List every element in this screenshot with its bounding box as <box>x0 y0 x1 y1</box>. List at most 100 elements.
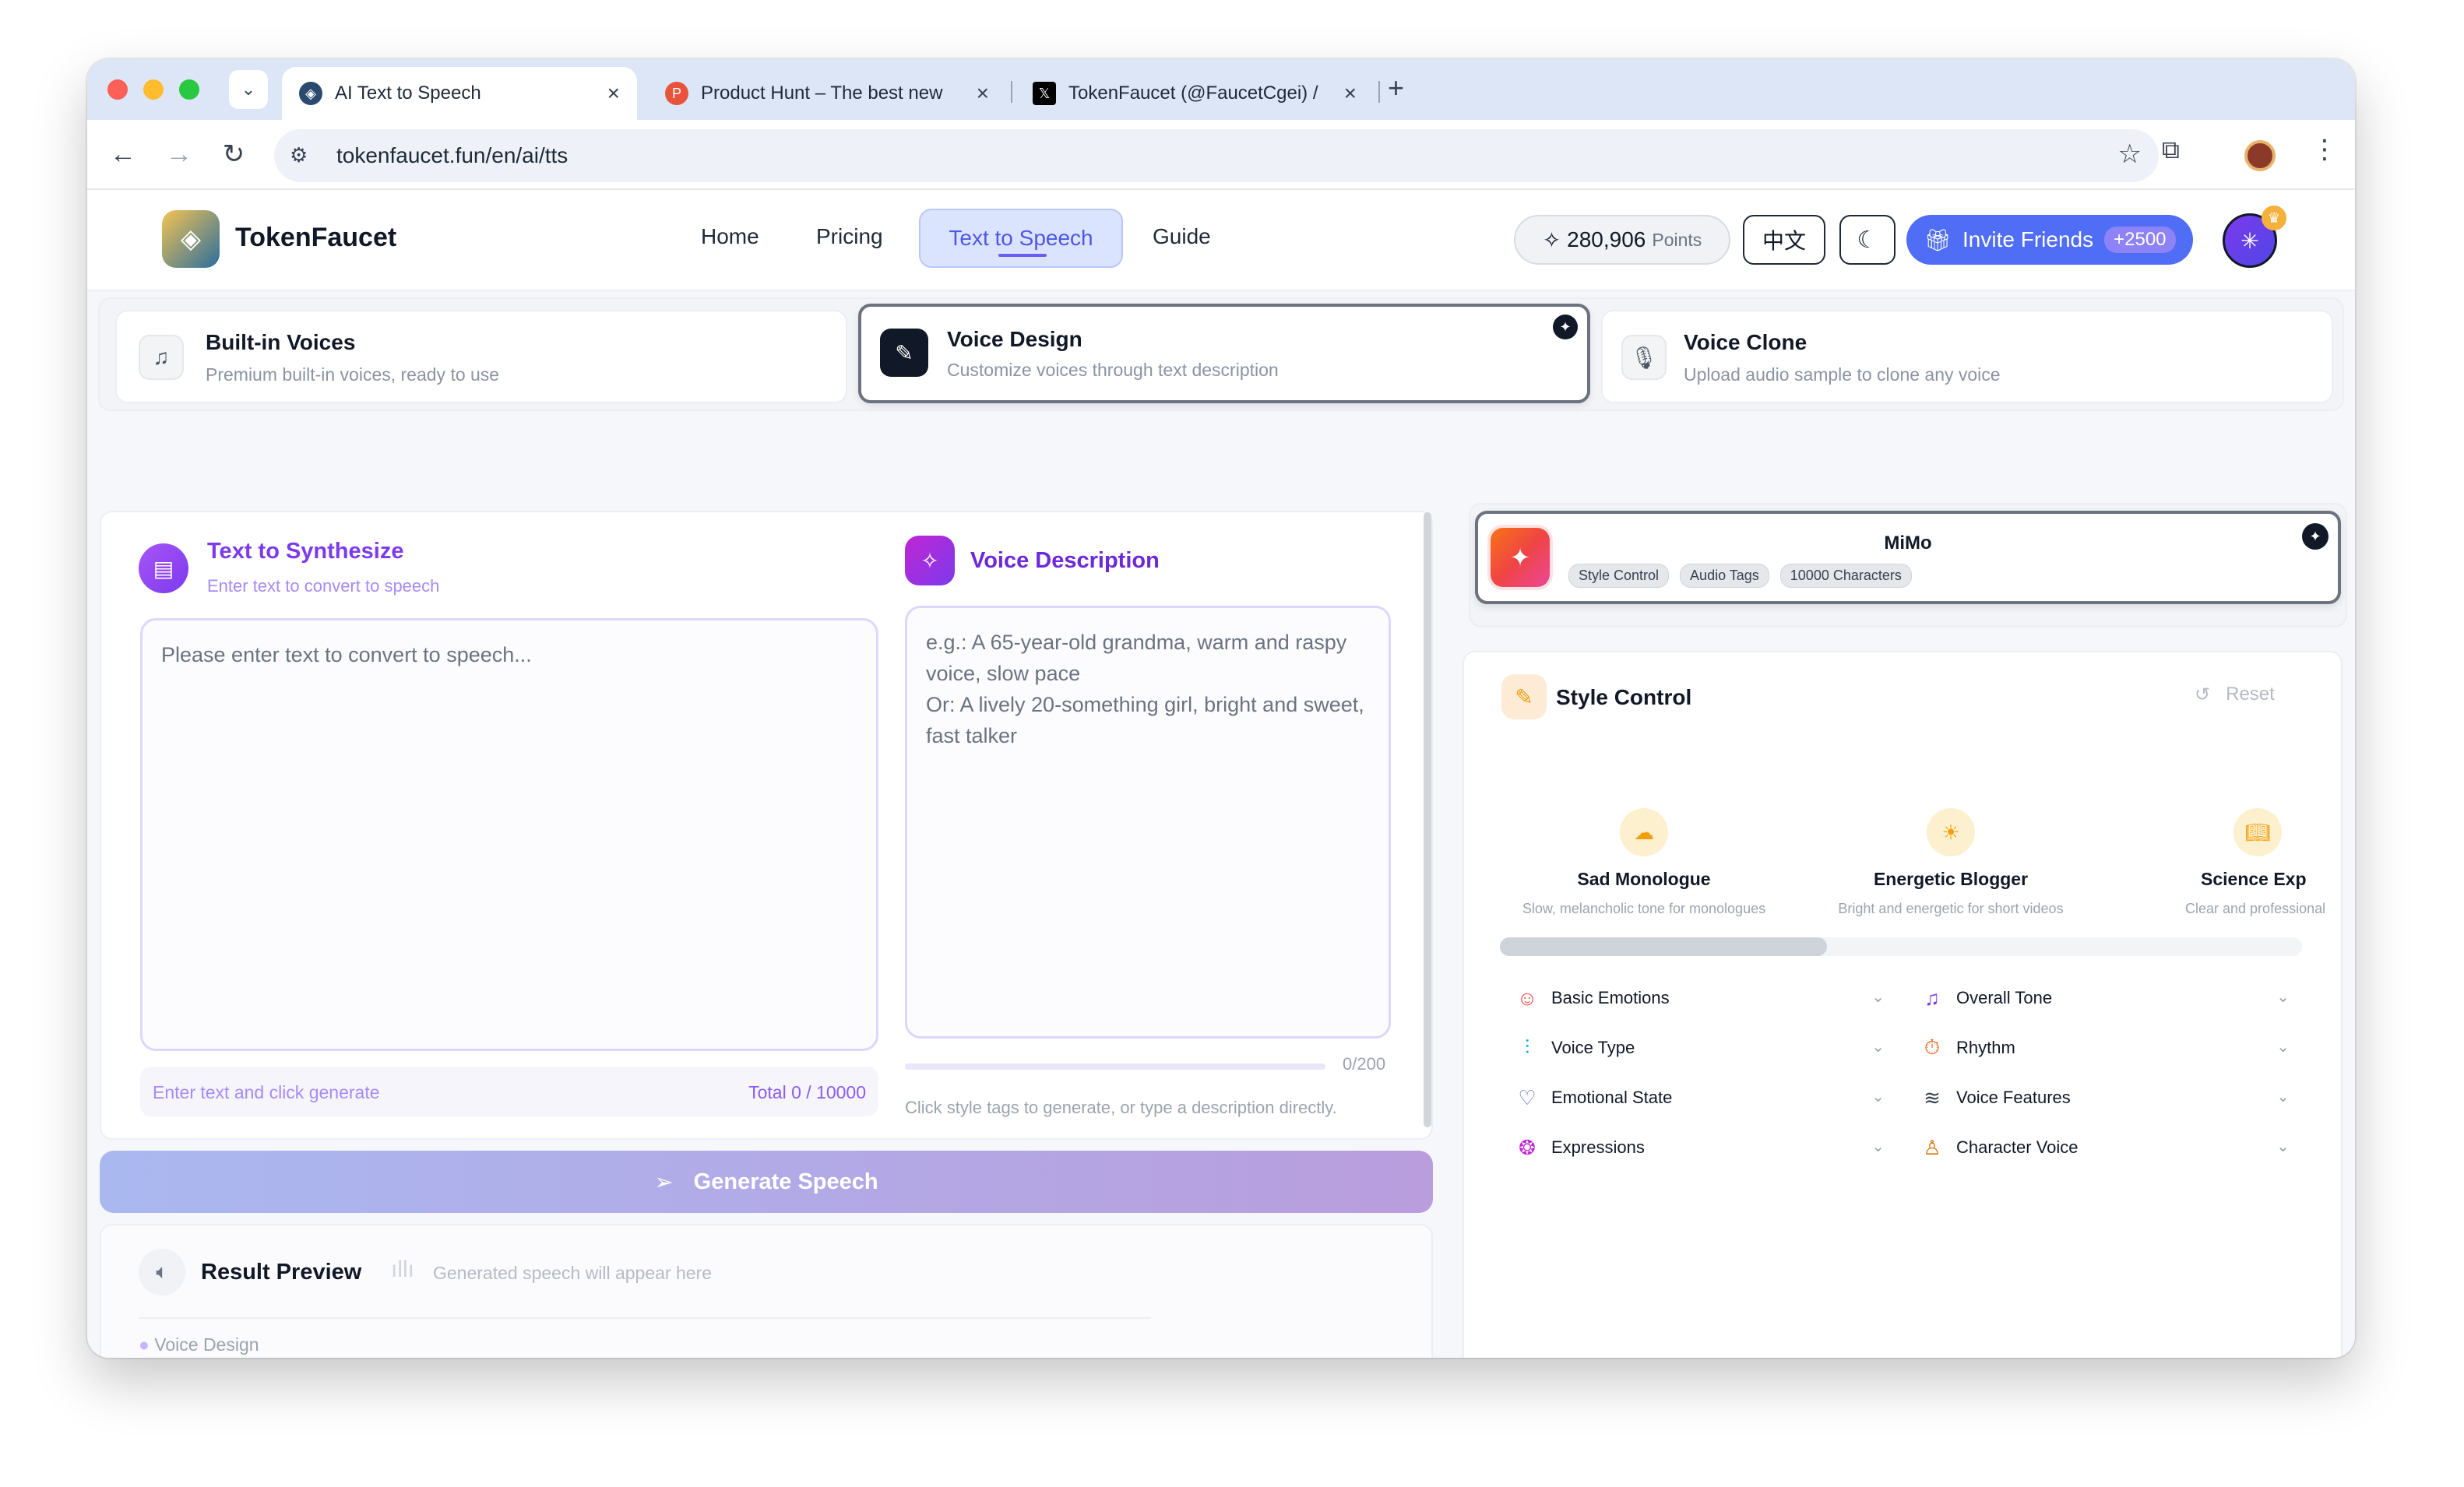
preset-sad-monologue[interactable]: ☁ Sad Monologue Slow, melancholic tone f… <box>1495 793 1793 923</box>
timer-icon: ⏱︎ <box>1924 1035 1941 1059</box>
model-tags: Style Control Audio Tags 10000 Character… <box>1568 564 1912 588</box>
category-voice-features[interactable]: ≋ Voice Features ⌄ <box>1919 1079 2290 1116</box>
invite-friends-button[interactable]: 🎁︎ Invite Friends +2500 <box>1906 215 2193 265</box>
chevron-down-icon: ⌄ <box>2276 1088 2290 1106</box>
preset-energetic-blogger[interactable]: ☀ Energetic Blogger Bright and energetic… <box>1802 793 2100 923</box>
sparkle-icon: ✧ <box>1542 227 1561 252</box>
gift-icon: 🎁︎ <box>1924 227 1952 252</box>
tokenfaucet-logo-icon[interactable]: ◈ <box>162 210 220 268</box>
site-settings-icon[interactable]: ⚙ <box>290 143 308 167</box>
sun-icon: ☀ <box>1927 808 1975 856</box>
dark-mode-moon-icon[interactable]: ☾ <box>1839 215 1896 265</box>
smile-icon: ☺ <box>1516 986 1538 1010</box>
voice-description-title: Voice Description <box>970 548 1160 573</box>
selected-sparkle-icon: ✦ <box>1553 315 1578 339</box>
audio-lines-icon: ⫶ <box>1524 1035 1530 1059</box>
description-count: 0/200 <box>1343 1054 1386 1074</box>
wand-sparkle-icon: ✧ <box>905 536 955 585</box>
close-tab-icon[interactable]: × <box>1344 81 1357 106</box>
close-tab-icon[interactable]: × <box>607 81 620 106</box>
nav-home[interactable]: Home <box>701 224 759 249</box>
reset-button[interactable]: ↺ Reset <box>2195 684 2275 706</box>
preset-scroll-thumb[interactable] <box>1500 937 1827 956</box>
profile-avatar[interactable] <box>2244 140 2276 171</box>
preset-scroll-track[interactable] <box>1500 937 2302 956</box>
wand-icon: ✎ <box>1501 674 1547 719</box>
result-preview-card: 🔈︎ Result Preview ıllı Generated speech … <box>100 1224 1433 1358</box>
music-note-icon: ♫ <box>139 335 184 380</box>
category-rhythm[interactable]: ⏱︎ Rhythm ⌄ <box>1919 1029 2290 1067</box>
mode-voice-clone[interactable]: 🎙︎ Voice Clone Upload audio sample to cl… <box>1601 310 2333 403</box>
site-header: ◈ TokenFaucet Home Pricing Text to Speec… <box>87 192 2355 291</box>
document-icon: ▤ <box>139 543 188 593</box>
model-mimo[interactable]: ✦ MiMo Style Control Audio Tags 10000 Ch… <box>1475 511 2341 604</box>
style-control-title: Style Control <box>1556 685 1692 709</box>
tab-ai-text-to-speech[interactable]: ◈ AI Text to Speech × <box>282 67 637 120</box>
address-bar[interactable]: ⚙ tokenfaucet.fun/en/ai/tts ☆ <box>274 129 2159 182</box>
extensions-puzzle-icon[interactable]: ⧉ <box>2162 135 2180 165</box>
category-character-voice[interactable]: ♙ Character Voice ⌄ <box>1919 1129 2290 1166</box>
bookmark-star-icon[interactable]: ☆ <box>2118 139 2142 170</box>
chevron-down-icon: ⌄ <box>1871 1138 1885 1155</box>
zoom-window-button[interactable] <box>179 79 199 100</box>
speaker-icon: 🔈︎ <box>139 1249 185 1295</box>
input-card: ▤ Text to Synthesize Enter text to conve… <box>100 511 1433 1140</box>
category-expressions[interactable]: ❂ Expressions ⌄ <box>1514 1129 1885 1166</box>
voice-description-input[interactable] <box>905 606 1391 1039</box>
tab-product-hunt[interactable]: P Product Hunt – The best new × <box>648 67 1006 120</box>
tab-search-chevron-icon[interactable]: ⌄ <box>229 70 268 109</box>
tab-bar: ⌄ ◈ AI Text to Speech × P Product Hunt –… <box>87 59 2355 120</box>
product-hunt-favicon-icon: P <box>665 82 688 105</box>
nav-guide[interactable]: Guide <box>1153 224 1211 249</box>
chevron-down-icon: ⌄ <box>2276 1039 2290 1056</box>
crown-icon: ♛ <box>2262 206 2286 230</box>
category-overall-tone[interactable]: ♫ Overall Tone ⌄ <box>1919 979 2290 1017</box>
mode-built-in-voices[interactable]: ♫ Built-in Voices Premium built-in voice… <box>115 310 847 403</box>
x-favicon-icon: 𝕏 <box>1033 82 1056 105</box>
nav-pricing[interactable]: Pricing <box>816 224 883 249</box>
cloud-rain-icon: ☁ <box>1620 808 1668 856</box>
category-emotional-state[interactable]: ♡ Emotional State ⌄ <box>1514 1079 1885 1116</box>
magic-wand-icon: ✎ <box>880 329 928 377</box>
preset-science-explainer[interactable]: 📖︎ Science Exp Clear and professional fo <box>2109 793 2328 923</box>
waves-icon: ≋ <box>1924 1085 1941 1109</box>
description-length-bar <box>905 1063 1325 1070</box>
synth-footer: Enter text and click generate Total 0 / … <box>140 1067 878 1116</box>
tab-tokenfaucet-x[interactable]: 𝕏 TokenFaucet (@FaucetCgei) / × <box>1016 67 1374 120</box>
selected-sparkle-icon: ✦ <box>2302 523 2328 550</box>
model-name: MiMo <box>1884 533 1932 554</box>
tokenfaucet-favicon-icon: ◈ <box>299 82 322 105</box>
browser-menu-icon[interactable]: ⋮ <box>2311 134 2338 165</box>
back-arrow-icon[interactable]: ← <box>106 137 140 171</box>
close-tab-icon[interactable]: × <box>977 81 989 106</box>
nav-text-to-speech[interactable]: Text to Speech <box>919 209 1123 268</box>
mode-voice-design[interactable]: ✎ Voice Design Customize voices through … <box>858 304 1590 403</box>
language-toggle-button[interactable]: 中文 <box>1743 215 1825 265</box>
synth-text-input[interactable] <box>140 618 878 1051</box>
brand-name[interactable]: TokenFaucet <box>235 223 396 253</box>
result-placeholder: Generated speech will appear here <box>433 1263 713 1283</box>
music-note-icon: ♫ <box>1924 986 1940 1010</box>
reload-icon[interactable]: ↻ <box>216 137 251 171</box>
book-icon: 📖︎ <box>2233 808 2282 856</box>
synth-subtitle: Enter text to convert to speech <box>207 576 440 596</box>
generate-speech-button[interactable]: ➢ Generate Speech <box>100 1151 1433 1213</box>
reset-icon: ↺ <box>2195 684 2211 705</box>
category-basic-emotions[interactable]: ☺ Basic Emotions ⌄ <box>1514 979 1885 1017</box>
chevron-down-icon: ⌄ <box>1871 1088 1885 1106</box>
chevron-down-icon: ⌄ <box>2276 1138 2290 1155</box>
minimize-window-button[interactable] <box>143 79 164 100</box>
drama-masks-icon: ❂ <box>1519 1135 1536 1159</box>
points-badge[interactable]: ✧ 280,906 Points <box>1514 215 1730 265</box>
input-card-scrollbar[interactable] <box>1424 512 1431 1127</box>
style-control-card: ✎ Style Control ↺ Reset ☁ Sad Monologue … <box>1463 651 2343 1358</box>
page: ◈ TokenFaucet Home Pricing Text to Speec… <box>87 192 2355 1358</box>
close-window-button[interactable] <box>107 79 128 100</box>
microphone-icon: 🎙︎ <box>1621 335 1667 380</box>
category-voice-type[interactable]: ⫶ Voice Type ⌄ <box>1514 1029 1885 1067</box>
new-tab-plus-icon[interactable]: + <box>1388 72 1404 104</box>
synth-title: Text to Synthesize <box>207 539 404 564</box>
chevron-down-icon: ⌄ <box>1871 989 1885 1006</box>
user-icon: ♙ <box>1923 1135 1941 1159</box>
forward-arrow-icon[interactable]: → <box>162 137 196 171</box>
